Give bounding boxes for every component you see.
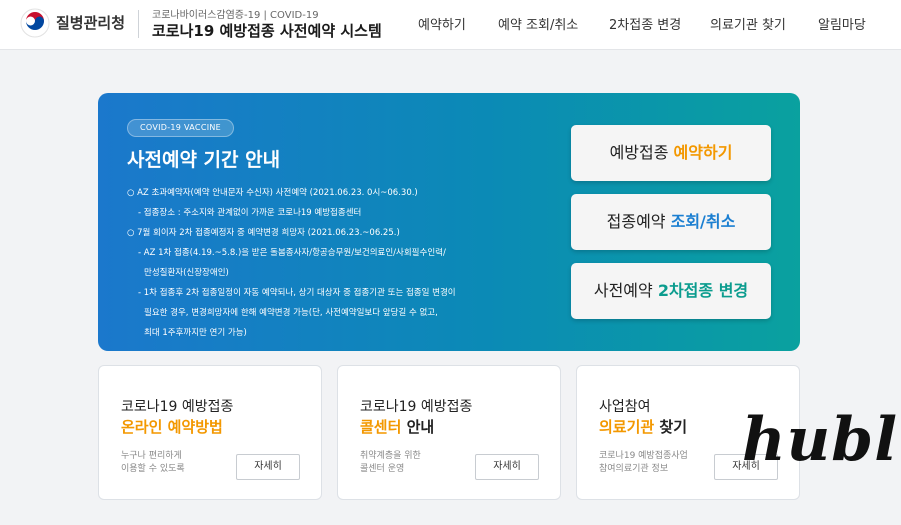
- banner-line-7: 필요한 경우, 변경희망자에 한해 예약변경 가능(단, 사전예약일보다 앞당길…: [144, 308, 438, 318]
- vaccine-chip: COVID-19 VACCINE: [127, 119, 235, 137]
- details-button[interactable]: 자세히: [236, 454, 300, 480]
- hubl-watermark: hubl: [742, 405, 898, 475]
- card-desc-line2: 콜센터 운영: [360, 464, 405, 474]
- card-title-highlight: 의료기관: [599, 418, 655, 436]
- lookup-cancel-button[interactable]: 접종예약 조회/취소: [571, 194, 771, 250]
- card-call-center: 코로나19 예방접종 콜센터 안내 취약계층을 위한 콜센터 운영 자세히: [337, 365, 561, 500]
- banner-line-6: - 1차 접종후 2차 접종일정이 자동 예약되나, 상기 대상자 중 접종기관…: [138, 288, 456, 298]
- card-title-highlight: 콜센터: [360, 418, 402, 436]
- card-title-line1: 코로나19 예방접종: [360, 399, 473, 415]
- org-name[interactable]: 질병관리청: [56, 12, 125, 33]
- second-dose-change-button[interactable]: 사전예약 2차접종 변경: [571, 263, 771, 319]
- nav-find-clinic[interactable]: 의료기관 찾기: [710, 14, 786, 33]
- banner-line-1: ○ AZ 초과예약자(예약 안내문자 수신자) 사전예약 (2021.06.23…: [127, 188, 418, 198]
- taegeuk-logo-icon[interactable]: [20, 8, 50, 38]
- details-button[interactable]: 자세히: [475, 454, 539, 480]
- banner-line-3: ○ 7월 회이자 2차 접종예정자 중 예약변경 희망자 (2021.06.23…: [127, 228, 400, 238]
- nav-lookup-cancel[interactable]: 예약 조회/취소: [498, 14, 578, 33]
- banner-line-4: - AZ 1차 접종(4.19.~5.8.)을 받은 돌봄종사자/항공승무원/보…: [138, 248, 446, 258]
- change-button-highlight: 2차접종 변경: [657, 281, 749, 300]
- top-header: 질병관리청 코로나바이러스감염증-19 | COVID-19 코로나19 예방접…: [0, 0, 901, 50]
- reserve-button-prefix: 예방접종: [609, 143, 674, 162]
- system-title[interactable]: 코로나19 예방접종 사전예약 시스템: [152, 20, 382, 41]
- card-title-rest: 찾기: [654, 418, 688, 436]
- site-subtitle: 코로나바이러스감염증-19 | COVID-19: [152, 10, 319, 21]
- reserve-vaccination-button[interactable]: 예방접종 예약하기: [571, 125, 771, 181]
- card-desc-line2: 이용할 수 있도록: [121, 464, 185, 474]
- nav-notice[interactable]: 알림마당: [818, 14, 866, 33]
- card-desc-line1: 코로나19 예방접종사업: [599, 451, 688, 461]
- change-button-prefix: 사전예약: [593, 281, 658, 300]
- banner-line-5: 만성질환자(신장장애인): [144, 268, 229, 278]
- card-title-line2: 의료기관 찾기: [599, 416, 687, 437]
- card-desc-line2: 참여의료기관 정보: [599, 464, 669, 474]
- reserve-button-highlight: 예약하기: [673, 143, 733, 162]
- banner-line-2: - 접종장소 : 주소지와 관계없이 가까운 코로나19 예방접종센터: [138, 208, 362, 218]
- card-title-line1: 코로나19 예방접종: [121, 399, 234, 415]
- nav-second-dose-change[interactable]: 2차접종 변경: [609, 14, 681, 33]
- card-desc-line1: 취약계층을 위한: [360, 451, 421, 461]
- lookup-button-prefix: 접종예약: [606, 212, 671, 231]
- card-online-reservation-guide: 코로나19 예방접종 온라인 예약방법 누구나 편리하게 이용할 수 있도록 자…: [98, 365, 322, 500]
- lookup-button-highlight: 조회/취소: [670, 212, 736, 231]
- reservation-period-banner: COVID-19 VACCINE 사전예약 기간 안내 ○ AZ 초과예약자(예…: [98, 93, 800, 351]
- card-title-highlight: 온라인 예약방법: [121, 418, 223, 436]
- card-title-line2: 콜센터 안내: [360, 416, 434, 437]
- card-desc-line1: 누구나 편리하게: [121, 451, 182, 461]
- nav-reserve[interactable]: 예약하기: [418, 14, 466, 33]
- card-title-line1: 사업참여: [599, 399, 651, 415]
- header-divider: [138, 10, 139, 38]
- card-title-line2: 온라인 예약방법: [121, 416, 223, 437]
- banner-title: 사전예약 기간 안내: [127, 149, 281, 171]
- banner-line-8: 최대 1주후까지만 연기 가능): [144, 328, 247, 338]
- card-title-rest: 안내: [401, 418, 435, 436]
